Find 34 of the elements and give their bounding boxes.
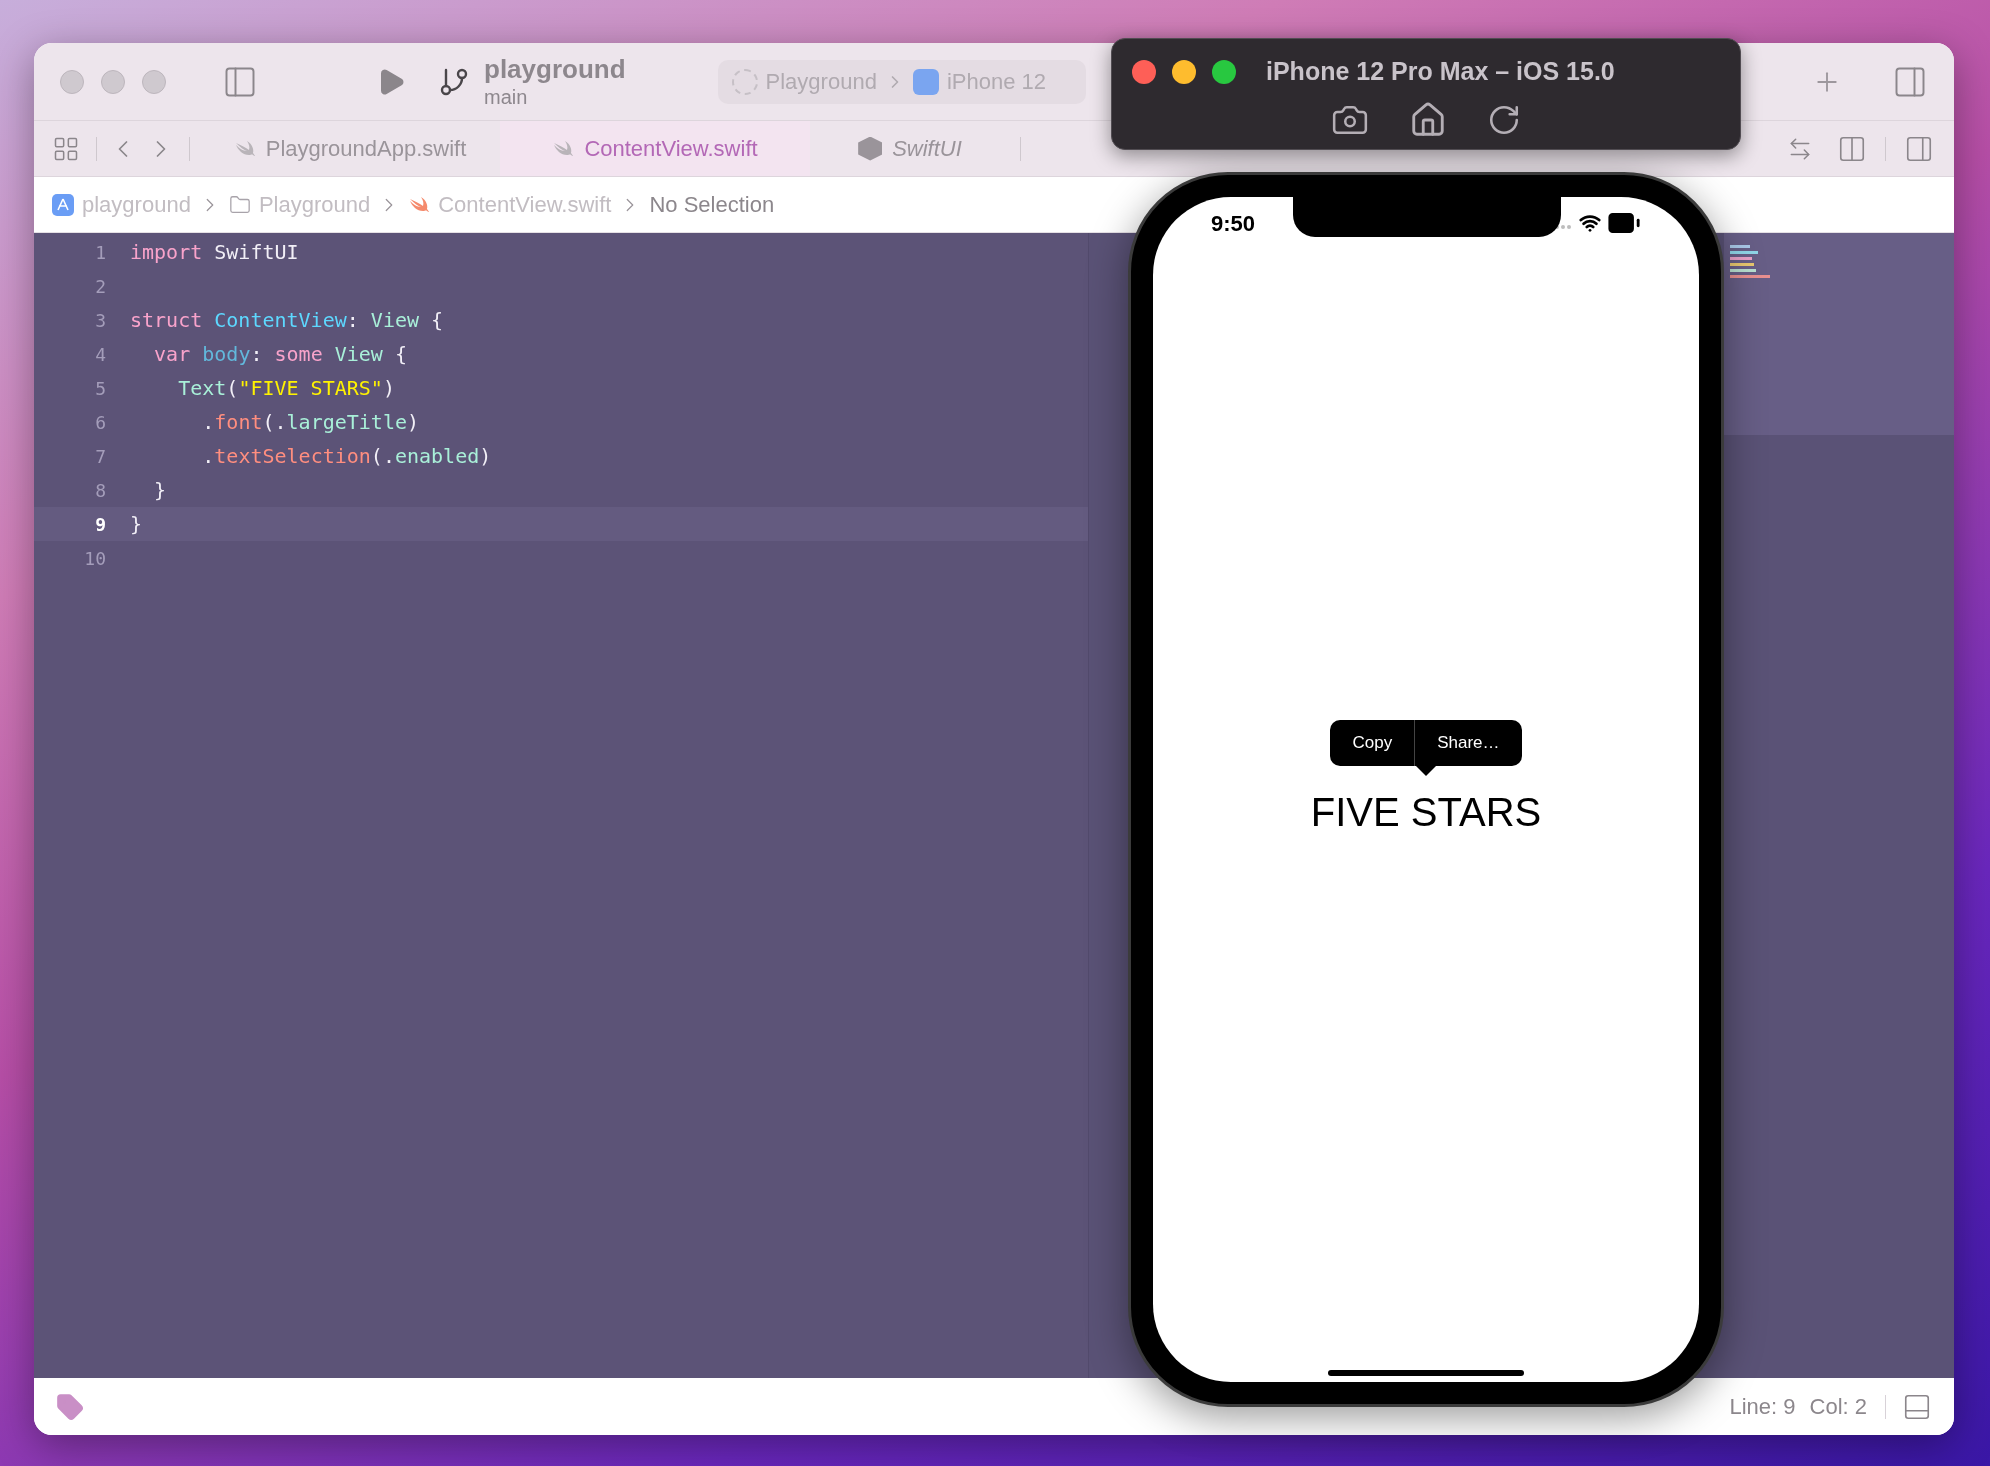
line-number: 7 <box>94 444 106 469</box>
line-number: 10 <box>83 546 106 571</box>
line-number: 6 <box>94 410 106 435</box>
menu-item[interactable]: Share… <box>1414 719 1522 766</box>
line-number: 1 <box>94 240 106 265</box>
code-line: var body: some View { <box>153 341 407 368</box>
column-indicator: Col: 2 <box>1809 1393 1867 1421</box>
simulator-title: iPhone 12 Pro Max – iOS 15.0 <box>1266 56 1615 87</box>
line-number: 4 <box>94 342 106 367</box>
menu-item[interactable]: Copy <box>1330 719 1415 766</box>
breadcrumb-item[interactable]: ContentView.swift <box>438 188 612 221</box>
breadcrumb-item[interactable]: No Selection <box>649 188 775 221</box>
code-line: import SwiftUI <box>130 239 299 266</box>
code-line: .textSelection(.enabled) <box>201 443 492 470</box>
code-line: .font(.largeTitle) <box>201 409 420 436</box>
line-number: 3 <box>94 308 106 333</box>
breadcrumb-item[interactable]: Playground <box>258 188 371 221</box>
breadcrumb-item[interactable]: playground <box>82 188 191 221</box>
code-line: struct ContentView: View { <box>130 307 444 334</box>
code-line: } <box>153 477 167 504</box>
line-number: 8 <box>94 478 106 503</box>
line-number: 2 <box>94 274 106 299</box>
project-name: playground <box>484 52 626 86</box>
line-indicator: Line: 9 <box>1729 1393 1796 1421</box>
line-number: 5 <box>94 376 106 401</box>
file-tab[interactable]: SwiftUI <box>810 121 1010 176</box>
code-line: Text("FIVE STARS") <box>177 375 395 402</box>
line-number: 9 <box>94 512 106 537</box>
code-line: } <box>130 511 143 538</box>
status-time: 9:50 <box>1211 209 1256 238</box>
file-tab[interactable]: ContentView.swift <box>500 121 810 176</box>
file-tab[interactable]: PlaygroundApp.swift <box>200 121 500 176</box>
branch-name: main <box>484 85 529 111</box>
headline-text: FIVE STARS <box>1310 788 1542 836</box>
